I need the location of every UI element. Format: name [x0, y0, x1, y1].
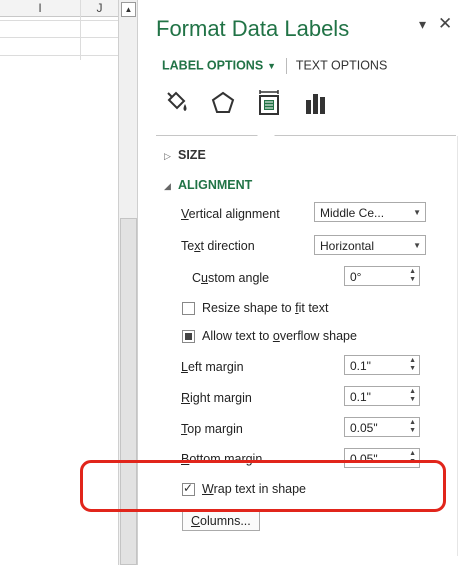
top-margin-label: Top margin	[181, 422, 243, 436]
grid-row-line	[0, 37, 118, 38]
chevron-down-icon[interactable]: ▼	[267, 61, 276, 71]
wrap-text-checkbox[interactable]	[182, 481, 195, 496]
spinner-arrows-icon[interactable]: ▲ ▼	[409, 357, 416, 373]
bottom-margin-label: Bottom margin	[181, 452, 263, 466]
spinner-arrows-icon[interactable]: ▲ ▼	[409, 388, 416, 404]
columns-button[interactable]: Columns...	[182, 510, 260, 531]
right-margin-label: Right margin	[181, 391, 252, 405]
size-properties-icon[interactable]	[254, 88, 284, 118]
pane-tabs: LABEL OPTIONS ▼ TEXT OPTIONS	[162, 58, 387, 74]
section-size[interactable]: ▷ SIZE	[164, 148, 206, 162]
active-category-pointer	[257, 127, 275, 136]
top-margin-spinner[interactable]: 0.05" ▲ ▼	[344, 417, 420, 437]
section-alignment-label: ALIGNMENT	[178, 178, 253, 192]
spinner-arrows-icon[interactable]: ▲ ▼	[409, 419, 416, 435]
text-direction-label: Text direction	[181, 239, 255, 253]
chevron-right-icon[interactable]: ▷	[164, 151, 178, 162]
grid-col-line	[80, 0, 81, 60]
left-margin-spinner[interactable]: 0.1" ▲ ▼	[344, 355, 420, 375]
vertical-alignment-label: Vertical alignment	[181, 207, 280, 221]
chevron-down-icon[interactable]: ◢	[164, 181, 178, 192]
section-alignment[interactable]: ◢ ALIGNMENT	[164, 178, 252, 192]
resize-shape-checkbox[interactable]	[182, 302, 195, 315]
right-margin-spinner[interactable]: 0.1" ▲ ▼	[344, 386, 420, 406]
grid-row-line	[0, 55, 118, 56]
left-margin-label: Left margin	[181, 360, 244, 374]
worksheet-grid[interactable]: I J	[0, 0, 118, 565]
tab-label-options[interactable]: LABEL OPTIONS	[162, 58, 263, 72]
allow-overflow-label[interactable]: Allow text to overflow shape	[202, 329, 357, 343]
spinner-arrows-icon[interactable]: ▲ ▼	[409, 450, 416, 466]
bottom-margin-spinner[interactable]: 0.05" ▲ ▼	[344, 448, 420, 468]
column-header-j[interactable]: J	[81, 0, 118, 17]
pane-options-dropdown-icon[interactable]: ▾	[419, 16, 426, 33]
scrollbar-thumb[interactable]	[120, 218, 137, 565]
custom-angle-spinner[interactable]: 0° ▲ ▼	[344, 266, 420, 286]
pane-edge-line	[457, 136, 458, 556]
wrap-text-label[interactable]: Wrap text in shape	[202, 482, 306, 496]
paint-bucket-icon[interactable]	[162, 88, 192, 118]
pane-title: Format Data Labels	[156, 16, 350, 41]
grid-row-line	[0, 20, 118, 21]
resize-shape-label[interactable]: Resize shape to fit text	[202, 301, 328, 315]
section-size-label: SIZE	[178, 148, 206, 162]
tab-separator	[285, 58, 287, 74]
text-direction-select[interactable]: Horizontal ▼	[314, 235, 426, 255]
spinner-arrows-icon[interactable]: ▲ ▼	[409, 268, 416, 284]
custom-angle-label: Custom angle	[192, 271, 270, 285]
close-icon[interactable]: ✕	[438, 14, 452, 34]
chevron-down-icon[interactable]: ▼	[413, 236, 421, 256]
column-header-i[interactable]: I	[0, 0, 81, 17]
pentagon-icon[interactable]	[208, 88, 238, 118]
allow-overflow-checkbox[interactable]	[182, 330, 195, 343]
bar-chart-icon[interactable]	[300, 88, 330, 118]
chevron-down-icon[interactable]: ▼	[413, 203, 421, 223]
vertical-scrollbar[interactable]: ▲	[118, 0, 138, 565]
vertical-alignment-select[interactable]: Middle Ce... ▼	[314, 202, 426, 222]
pane-divider	[156, 135, 456, 136]
scroll-up-icon[interactable]: ▲	[121, 2, 136, 17]
tab-text-options[interactable]: TEXT OPTIONS	[296, 58, 387, 72]
format-data-labels-pane: Format Data Labels ▾ ✕ LABEL OPTIONS ▼ TE…	[146, 0, 474, 565]
